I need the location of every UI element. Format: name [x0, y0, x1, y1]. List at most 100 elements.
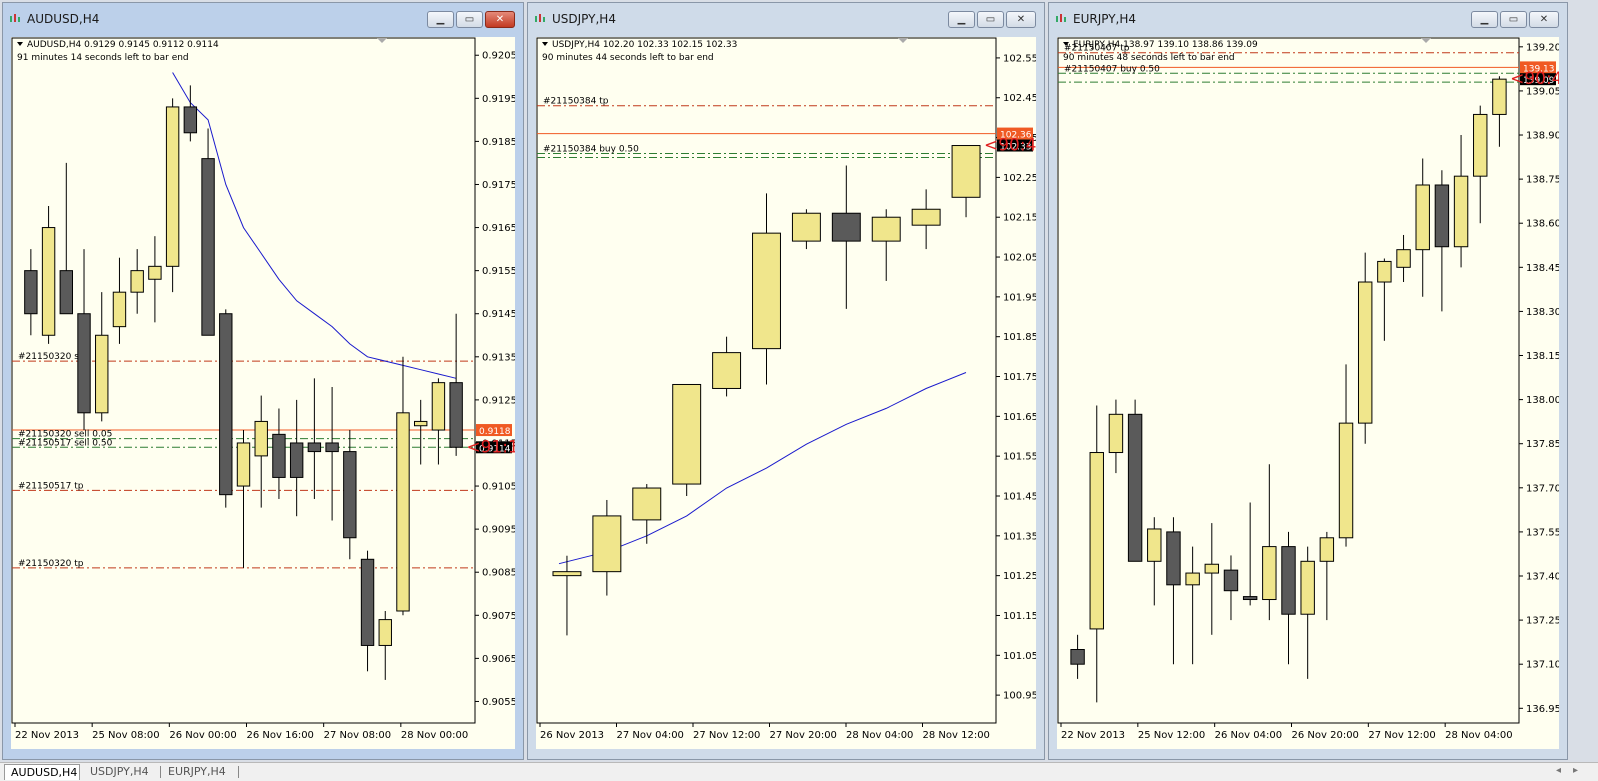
y-tick-label: 101.05 — [1003, 651, 1036, 662]
x-tick-label: 26 Nov 00:00 — [169, 730, 236, 741]
candle-body — [307, 442, 322, 453]
y-tick-label: 0.9125 — [482, 395, 515, 406]
y-tick-label: 102.05 — [1003, 253, 1036, 264]
candle-body — [219, 313, 233, 496]
candle-body — [165, 106, 180, 267]
close-button[interactable]: ✕ — [1529, 11, 1559, 28]
candle-body — [1300, 560, 1315, 615]
candle-body — [552, 571, 582, 577]
candle-body — [360, 558, 375, 646]
maximize-button[interactable]: ▭ — [456, 11, 483, 28]
y-tick-label: 138.00 — [1526, 395, 1559, 406]
chart-area[interactable]: 102.55102.45102.35102.25102.15102.05101.… — [536, 37, 1036, 749]
candle-body — [95, 334, 109, 414]
chart-icon — [535, 14, 545, 22]
minimize-button[interactable]: ▁ — [1471, 11, 1498, 28]
close-button[interactable]: ✕ — [485, 11, 515, 28]
y-tick-label: 0.9195 — [482, 94, 515, 105]
chart-header: AUDUSD,H4 0.9129 0.9145 0.9112 0.9114 — [27, 40, 219, 50]
tab-eurjpy[interactable]: EURJPY,H4 — [162, 764, 238, 780]
candle-body — [712, 352, 742, 389]
chart-window-eurjpy[interactable]: EURJPY,H4 ▁ ▭ ✕ 139.20 139.05 138.90 138.75… — [1048, 2, 1568, 760]
chart-svg[interactable]: 0.9205 0.9195 0.9185 0.9175 0.9165 0.9155 0.91… — [11, 37, 515, 749]
y-tick-label: 100.95 — [1003, 691, 1036, 702]
chart-svg[interactable]: 102.55102.45102.35102.25102.15102.05101.… — [536, 37, 1036, 749]
candle-body — [1338, 422, 1354, 539]
candle-body — [413, 420, 428, 427]
y-tick-label: 101.75 — [1003, 372, 1036, 383]
y-tick-label: 0.9205 — [482, 51, 515, 62]
y-tick-label: 101.45 — [1003, 491, 1036, 502]
order-label: #21150517 sell 0.50 — [18, 438, 113, 448]
tab-separator — [160, 766, 161, 778]
window-title: USDJPY,H4 — [552, 12, 616, 26]
candle-body — [396, 412, 410, 612]
candle-body — [41, 227, 56, 336]
x-tick-label: 26 Nov 20:00 — [1292, 730, 1359, 741]
y-tick-label: 0.9145 — [482, 309, 515, 320]
candle-body — [254, 420, 268, 457]
tab-scroll-arrows[interactable]: ◂▸ — [1556, 765, 1590, 776]
y-tick-label: 0.9185 — [482, 137, 515, 148]
x-tick-label: 25 Nov 08:00 — [92, 730, 159, 741]
chart-area[interactable]: 139.20 139.05 138.90 138.75 138.60 138.45 138.… — [1057, 37, 1559, 749]
y-tick-label: 102.55 — [1003, 53, 1036, 64]
chart-window-audusd[interactable]: AUDUSD,H4 ▁ ▭ ✕ 0.9205 0.9195 0.9185 0.9175… — [2, 2, 524, 760]
x-tick-label: 25 Nov 12:00 — [1138, 730, 1205, 741]
maximize-button[interactable]: ▭ — [1500, 11, 1527, 28]
window-titlebar[interactable]: USDJPY,H4 ▁ ▭ ✕ — [528, 3, 1044, 33]
window-titlebar[interactable]: AUDUSD,H4 ▁ ▭ ✕ — [3, 3, 523, 33]
x-tick-label: 28 Nov 04:00 — [846, 730, 913, 741]
minimize-button[interactable]: ▁ — [948, 11, 975, 28]
x-tick-label: 26 Nov 04:00 — [1215, 730, 1282, 741]
x-tick-label: 22 Nov 2013 — [15, 730, 79, 741]
candle-body — [871, 216, 901, 242]
y-tick-label: 138.30 — [1526, 307, 1559, 318]
candle-body — [1281, 546, 1296, 615]
candle-body — [1166, 531, 1181, 586]
y-tick-label: 138.75 — [1526, 175, 1559, 186]
candle-body — [431, 382, 446, 431]
y-tick-label: 101.25 — [1003, 571, 1036, 582]
close-icon: ✕ — [495, 13, 505, 25]
bar-timer: 90 minutes 48 seconds left to bar end — [1063, 53, 1235, 63]
candle-body — [1070, 649, 1085, 665]
tab-separator — [238, 766, 239, 778]
window-title: AUDUSD,H4 — [27, 12, 100, 26]
candle-body — [1492, 78, 1507, 115]
order-label: #21150320 tp — [18, 559, 84, 569]
candle-body — [632, 487, 662, 521]
shift-marker-icon — [898, 38, 908, 43]
candle-body — [148, 265, 162, 280]
y-tick-label: 138.90 — [1526, 131, 1559, 142]
y-tick-label: 138.60 — [1526, 219, 1559, 230]
candle-body — [1147, 528, 1162, 562]
order-label: #21150384 buy 0.50 — [543, 144, 639, 154]
tab-audusd[interactable]: AUDUSD,H4 — [4, 764, 80, 780]
minimize-icon: ▁ — [1480, 13, 1489, 25]
order-label: #21150384 tp — [543, 97, 609, 107]
chart-area[interactable]: 0.9205 0.9195 0.9185 0.9175 0.9165 0.9155 0.91… — [11, 37, 515, 749]
maximize-button[interactable]: ▭ — [977, 11, 1004, 28]
close-button[interactable]: ✕ — [1006, 11, 1036, 28]
minimize-button[interactable]: ▁ — [427, 11, 454, 28]
x-tick-label: 26 Nov 2013 — [540, 730, 604, 741]
window-titlebar[interactable]: EURJPY,H4 ▁ ▭ ✕ — [1049, 3, 1567, 33]
y-tick-label: 137.85 — [1526, 439, 1559, 450]
y-tick-label: 136.95 — [1526, 704, 1559, 715]
candle-body — [1242, 596, 1258, 601]
tab-usdjpy[interactable]: USDJPY,H4 — [84, 764, 160, 780]
y-tick-label: 0.9175 — [482, 180, 515, 191]
chart-window-usdjpy[interactable]: USDJPY,H4 ▁ ▭ ✕ 102.55102.45102.35102.25… — [527, 2, 1045, 760]
y-tick-label: 0.9065 — [482, 654, 515, 665]
candle-body — [911, 208, 941, 226]
candle-body — [1185, 572, 1200, 586]
y-tick-label: 101.55 — [1003, 452, 1036, 463]
y-tick-label: 138.15 — [1526, 351, 1559, 362]
chart-svg[interactable]: 139.20139.05138.90138.75138.60138.45138.… — [1057, 37, 1559, 749]
order-label: #21150407 buy 0.50 — [1064, 64, 1160, 74]
y-tick-label: 139.20 — [1526, 42, 1559, 53]
candle-body — [1415, 184, 1430, 251]
candle-body — [1204, 563, 1220, 574]
x-tick-label: 28 Nov 00:00 — [401, 730, 468, 741]
